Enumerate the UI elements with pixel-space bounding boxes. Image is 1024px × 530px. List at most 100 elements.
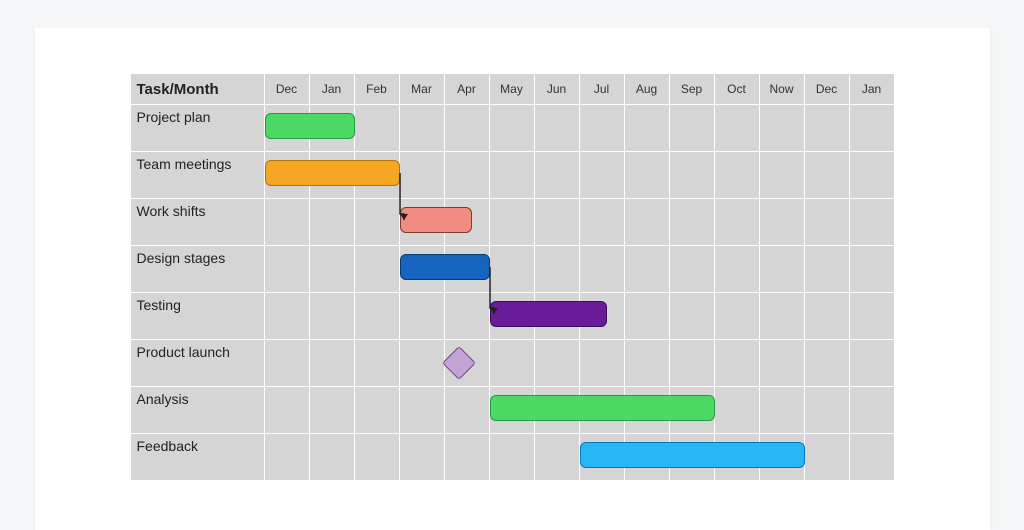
month-col: Sep [670, 74, 715, 104]
grid-cell [805, 105, 850, 151]
task-label: Team meetings [130, 152, 265, 198]
grid-cell [310, 105, 355, 151]
grid-cell [715, 293, 760, 339]
grid-cell [400, 152, 445, 198]
gantt-row: Product launch [130, 339, 895, 386]
gantt-row: Project plan [130, 104, 895, 151]
header-task-label: Task/Month [130, 74, 265, 104]
grid-cell [760, 105, 805, 151]
grid-cell [715, 152, 760, 198]
grid-cell [445, 293, 490, 339]
month-col: Dec [265, 74, 310, 104]
grid-cell [580, 246, 625, 292]
grid-cell [445, 434, 490, 480]
grid-cell [400, 246, 445, 292]
grid-cell [760, 434, 805, 480]
month-col: Jul [580, 74, 625, 104]
grid-cell [265, 199, 310, 245]
grid-cell [760, 293, 805, 339]
grid-cell [580, 293, 625, 339]
grid-cell [670, 152, 715, 198]
gantt-row: Work shifts [130, 198, 895, 245]
grid-cell [670, 293, 715, 339]
grid-cell [805, 246, 850, 292]
grid-cell [355, 293, 400, 339]
grid-cell [580, 434, 625, 480]
grid-cell [580, 387, 625, 433]
grid-cell [805, 199, 850, 245]
grid-cell [625, 434, 670, 480]
grid-cell [715, 199, 760, 245]
grid-cell [670, 105, 715, 151]
grid-cell [445, 340, 490, 386]
month-col: Aug [625, 74, 670, 104]
grid-cell [760, 246, 805, 292]
grid-cell [670, 340, 715, 386]
task-label: Design stages [130, 246, 265, 292]
grid-cell [490, 152, 535, 198]
grid-cell [625, 246, 670, 292]
grid-cell [670, 246, 715, 292]
grid-cell [625, 340, 670, 386]
grid-cell [535, 105, 580, 151]
grid-cell [400, 293, 445, 339]
task-label: Product launch [130, 340, 265, 386]
grid-cell [715, 105, 760, 151]
grid-cell [265, 387, 310, 433]
grid-cell [445, 246, 490, 292]
grid-cell [670, 434, 715, 480]
task-label: Feedback [130, 434, 265, 480]
grid-cell [310, 293, 355, 339]
gantt-card: Task/Month Dec Jan Feb Mar Apr May Jun J… [35, 28, 990, 530]
grid-cell [625, 387, 670, 433]
gantt-row: Analysis [130, 386, 895, 433]
gantt-row: Design stages [130, 245, 895, 292]
gantt-row: Team meetings [130, 151, 895, 198]
grid-cell [760, 152, 805, 198]
grid-cell [580, 340, 625, 386]
grid-cell [715, 387, 760, 433]
grid-cell [715, 340, 760, 386]
grid-cell [355, 246, 400, 292]
grid-cell [805, 434, 850, 480]
grid-cell [310, 246, 355, 292]
grid-cell [445, 199, 490, 245]
grid-cell [760, 387, 805, 433]
grid-cell [355, 199, 400, 245]
grid-cell [805, 340, 850, 386]
task-label: Project plan [130, 105, 265, 151]
month-col: Mar [400, 74, 445, 104]
grid-cell [670, 387, 715, 433]
gantt-header-row: Task/Month Dec Jan Feb Mar Apr May Jun J… [130, 73, 895, 104]
grid-cell [625, 152, 670, 198]
task-label: Analysis [130, 387, 265, 433]
grid-cell [535, 340, 580, 386]
grid-cell [490, 246, 535, 292]
grid-cell [355, 434, 400, 480]
grid-cell [580, 152, 625, 198]
grid-cell [445, 387, 490, 433]
grid-cell [715, 434, 760, 480]
month-col: May [490, 74, 535, 104]
grid-cell [850, 340, 895, 386]
month-col: Now [760, 74, 805, 104]
grid-cell [265, 105, 310, 151]
grid-cell [850, 199, 895, 245]
grid-cell [265, 246, 310, 292]
grid-cell [400, 340, 445, 386]
grid-cell [355, 152, 400, 198]
grid-cell [490, 387, 535, 433]
grid-cell [535, 293, 580, 339]
grid-cell [265, 434, 310, 480]
grid-cell [355, 105, 400, 151]
grid-cell [490, 105, 535, 151]
grid-cell [805, 293, 850, 339]
grid-cell [850, 105, 895, 151]
month-col: Jan [310, 74, 355, 104]
month-col: Oct [715, 74, 760, 104]
grid-cell [850, 152, 895, 198]
grid-cell [850, 293, 895, 339]
grid-cell [310, 434, 355, 480]
grid-cell [265, 340, 310, 386]
grid-cell [490, 340, 535, 386]
